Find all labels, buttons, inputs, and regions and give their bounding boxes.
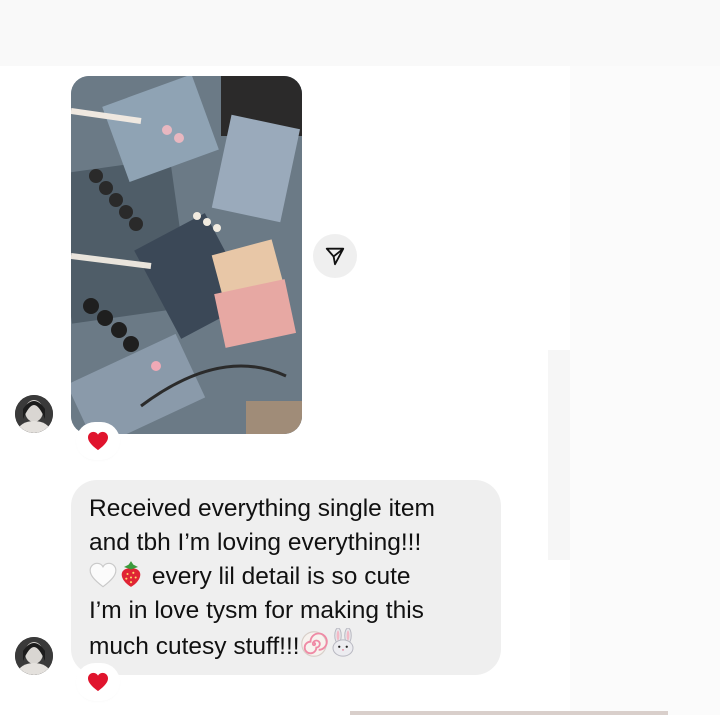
red-heart-icon [88,672,108,692]
message-line: I’m in love tysm for making this [89,597,424,624]
message-line-emoji: every lil detail is so cute [89,560,489,594]
message-line-emoji: much cutesy stuff!!! [89,628,489,664]
photo-reaction[interactable] [78,424,118,458]
avatar[interactable] [15,395,53,433]
bottom-edge [350,711,668,715]
strawberry-icon [121,561,141,587]
red-heart-icon [88,431,108,451]
message-line-text: every lil detail is so cute [151,563,411,590]
rabbit-face-icon [332,628,354,657]
message-text: Received everything single item and tbh … [89,492,489,664]
user-avatar-image [15,637,53,675]
message-bubble[interactable]: Received everything single item and tbh … [71,480,501,675]
side-panel [570,66,720,715]
message-line: and tbh I’m loving everything!!! [89,529,422,556]
photo-message[interactable] [71,76,302,434]
user-avatar-image [15,395,53,433]
avatar[interactable] [15,637,53,675]
share-button[interactable] [313,234,357,278]
message-reaction[interactable] [78,665,118,699]
photo-content [71,76,302,434]
message-line: Received everything single item [89,495,435,522]
fish-cake-icon [300,631,328,657]
message-line-text: much cutesy stuff!!! [89,633,300,660]
header-area [0,0,720,66]
send-arrow-icon [325,247,345,266]
white-heart-icon [89,562,117,588]
side-shade [548,350,570,560]
